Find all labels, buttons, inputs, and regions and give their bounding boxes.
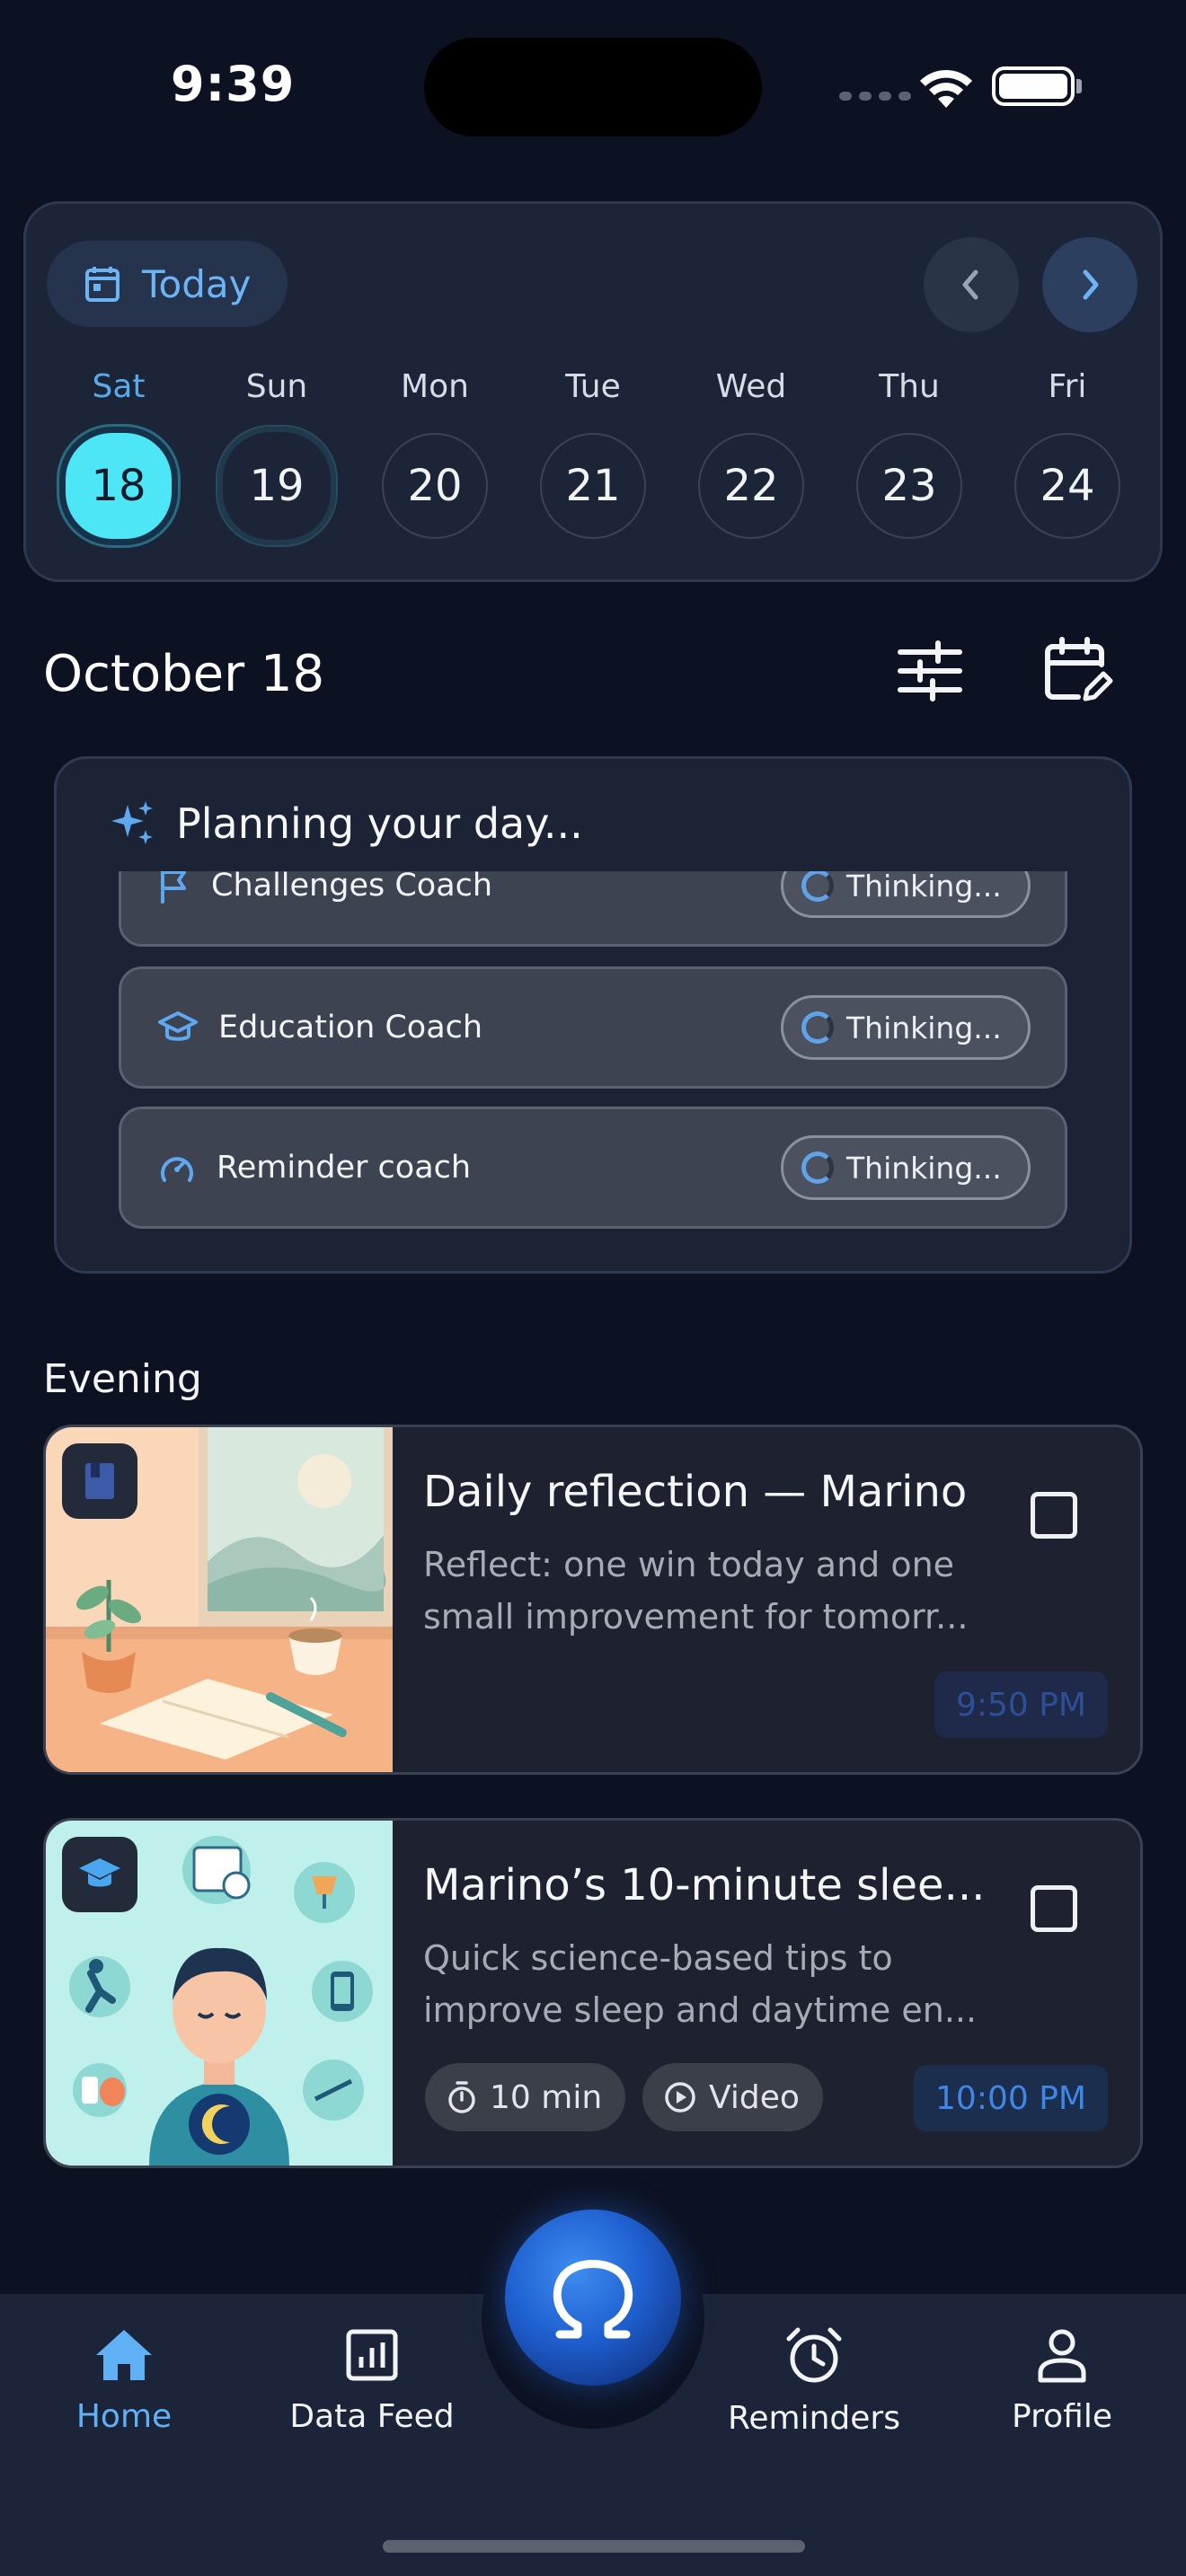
chevron-left-icon [962, 269, 978, 300]
section-title: Evening [43, 1356, 202, 1402]
planning-header: Planning your day... [108, 799, 583, 848]
status-time: 9:39 [171, 56, 296, 112]
thinking-status: Thinking... [781, 1135, 1031, 1200]
home-indicator [383, 2540, 805, 2553]
calendar-edit-icon[interactable] [1042, 636, 1114, 708]
education-badge [62, 1837, 137, 1912]
tab-label: Profile [1012, 2398, 1112, 2435]
play-circle-icon [665, 2082, 695, 2113]
graduation-cap-icon [158, 1011, 198, 1041]
day-number[interactable]: 19 [217, 427, 336, 545]
battery-icon [992, 66, 1075, 106]
dynamic-island [424, 38, 762, 137]
bar-chart-icon [346, 2329, 398, 2381]
task-checkbox[interactable] [1031, 1885, 1077, 1932]
day-number[interactable]: 21 [540, 433, 646, 539]
day-name: Fri [1048, 368, 1087, 405]
status-text: Thinking... [846, 871, 1002, 904]
day-number[interactable]: 20 [382, 433, 488, 539]
day-number[interactable]: 24 [1014, 433, 1120, 539]
assistant-orb-button[interactable] [505, 2210, 681, 2386]
journal-badge [62, 1443, 137, 1519]
task-description: Reflect: one win today and one small imp… [423, 1545, 969, 1636]
coach-row-education: Education Coach Thinking... [119, 966, 1067, 1089]
tab-home[interactable]: Home [25, 2326, 223, 2435]
day-name: Wed [715, 368, 787, 405]
tab-data-feed[interactable]: Data Feed [273, 2326, 471, 2435]
tab-reminders[interactable]: Reminders [715, 2326, 913, 2437]
omega-logo-icon [553, 2260, 633, 2339]
day-mon[interactable]: Mon 20 [356, 368, 514, 545]
spinner-icon [801, 1011, 834, 1044]
task-description: Quick science-based tips to improve slee… [423, 1938, 978, 2030]
tab-profile[interactable]: Profile [963, 2326, 1161, 2435]
week-days: Sat 18 Sun 19 Mon 20 Tue 21 Wed 22 Thu 2… [40, 368, 1146, 545]
day-wed[interactable]: Wed 22 [672, 368, 830, 545]
chevron-right-icon [1083, 269, 1099, 300]
day-name: Sat [92, 368, 146, 405]
today-label: Today [142, 261, 252, 306]
task-time: 10:00 PM [914, 2065, 1108, 2131]
spinner-icon [801, 871, 834, 902]
coach-list: Challenges Coach Thinking... Education C… [119, 871, 1067, 1239]
tab-label: Home [75, 2398, 173, 2435]
day-number[interactable]: 23 [856, 433, 962, 539]
calendar-icon [85, 267, 119, 302]
sparkles-icon [111, 801, 153, 844]
day-tue[interactable]: Tue 21 [514, 368, 672, 545]
page-title: October 18 [43, 645, 325, 703]
home-icon [96, 2330, 152, 2380]
spinner-icon [801, 1151, 834, 1184]
coach-name: Education Coach [218, 1010, 483, 1045]
type-chip: Video [642, 2063, 823, 2131]
duration-text: 10 min [490, 2078, 603, 2116]
coach-row-challenges: Challenges Coach Thinking... [119, 871, 1067, 947]
day-sun[interactable]: Sun 19 [198, 368, 356, 545]
day-fri[interactable]: Fri 24 [988, 368, 1146, 545]
thinking-status: Thinking... [781, 871, 1031, 918]
cellular-signal-icon [839, 92, 911, 101]
thinking-status: Thinking... [781, 995, 1031, 1060]
day-number[interactable]: 18 [59, 427, 178, 545]
type-text: Video [709, 2078, 800, 2116]
task-title: Marino’s 10-minute slee... [423, 1860, 986, 1910]
battery-cap [1076, 79, 1082, 93]
day-number[interactable]: 22 [698, 433, 804, 539]
next-week-button[interactable] [1042, 237, 1137, 332]
filter-sliders-icon[interactable] [897, 640, 963, 702]
graduation-cap-icon [79, 1858, 120, 1887]
day-sat[interactable]: Sat 18 [40, 368, 198, 545]
day-name: Tue [565, 368, 621, 405]
duration-chip: 10 min [425, 2063, 626, 2131]
alarm-clock-icon [786, 2327, 842, 2383]
journal-icon [85, 1463, 114, 1499]
task-checkbox[interactable] [1031, 1492, 1077, 1539]
previous-week-button[interactable] [924, 237, 1019, 332]
status-text: Thinking... [846, 1010, 1002, 1045]
day-name: Thu [879, 368, 940, 405]
tab-label: Data Feed [289, 2398, 455, 2435]
task-time: 9:50 PM [934, 1672, 1108, 1738]
day-thu[interactable]: Thu 23 [830, 368, 988, 545]
reminder-alarm-icon [161, 1157, 193, 1182]
wifi-icon [920, 69, 972, 108]
task-card[interactable]: Marino’s 10-minute slee... Quick science… [43, 1818, 1143, 2168]
task-card[interactable]: Daily reflection — Marino Reflect: one w… [43, 1425, 1143, 1775]
day-name: Mon [401, 368, 469, 405]
day-name: Sun [245, 368, 308, 405]
tab-label: Reminders [728, 2400, 900, 2437]
today-button[interactable]: Today [47, 241, 288, 327]
flag-icon [161, 871, 186, 904]
person-icon [1038, 2329, 1086, 2383]
task-title: Daily reflection — Marino [423, 1467, 968, 1517]
coach-name: Challenges Coach [211, 871, 493, 904]
coach-row-reminder: Reminder coach Thinking... [119, 1107, 1067, 1229]
timer-icon [448, 2081, 475, 2113]
coach-name: Reminder coach [217, 1150, 472, 1186]
planning-title: Planning your day... [176, 799, 583, 848]
status-text: Thinking... [846, 1150, 1002, 1186]
